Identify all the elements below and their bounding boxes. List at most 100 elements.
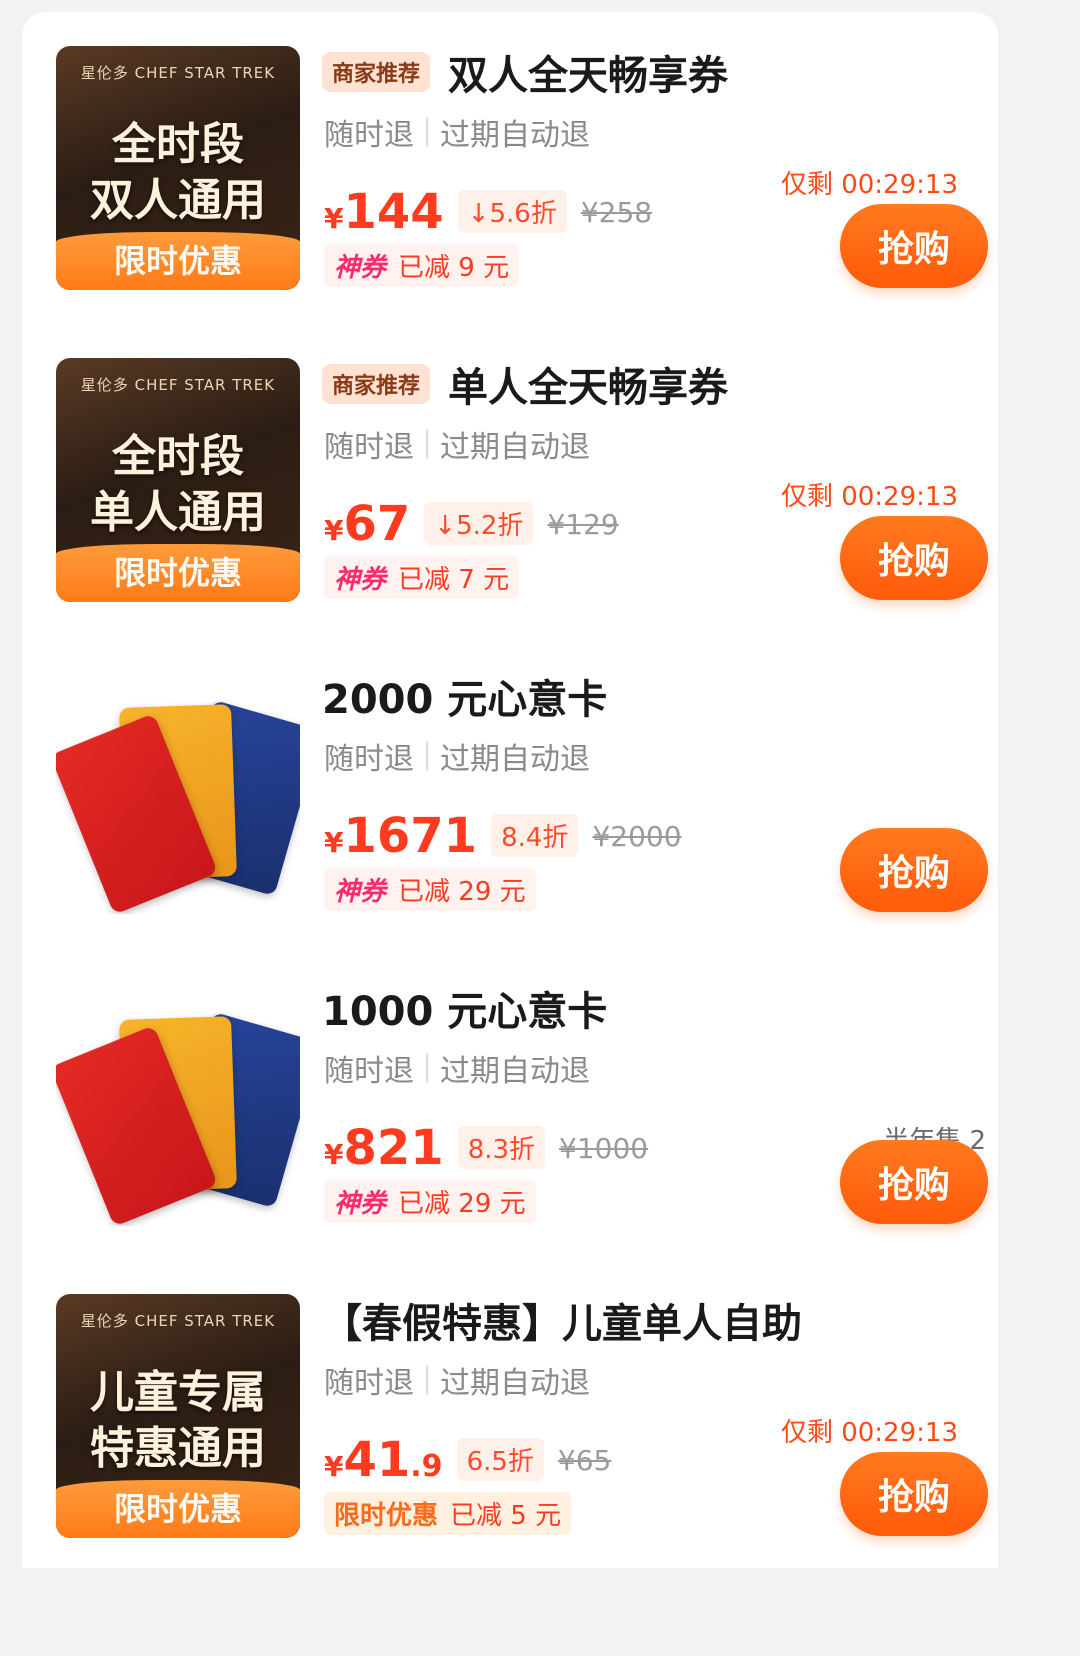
refund-expired-label: 过期自动退 (440, 1366, 590, 1401)
product-thumbnail[interactable]: 星伦多 CHEF STAR TREK 全时段 单人通用 限时优惠 (56, 358, 300, 602)
buy-button[interactable]: 抢购 (840, 204, 988, 288)
coupon-badge: 神券 已减 29 元 (324, 868, 536, 911)
buy-button[interactable]: 抢购 (840, 1140, 988, 1224)
sale-price: ¥1671 (324, 808, 477, 864)
list-item[interactable]: 星伦多 CHEF STAR TREK 儿童专属 特惠通用 限时优惠 【春假特惠】… (56, 1291, 988, 1544)
coupon-kind: 神券 (334, 253, 387, 283)
list-item[interactable]: 2000 元心意卡 随时退 过期自动退 ¥1671 8.4折 ¥2000 神券 … (56, 667, 988, 920)
list-item[interactable]: 星伦多 CHEF STAR TREK 全时段 单人通用 限时优惠 商家推荐 单人… (56, 355, 988, 608)
buy-button[interactable]: 抢购 (840, 828, 988, 912)
coupon-amount: 已减 7 元 (398, 565, 510, 595)
currency-symbol: ¥ (324, 1138, 344, 1171)
coupon-badge: 限时优惠 已减 5 元 (324, 1492, 572, 1535)
product-title[interactable]: 【春假特惠】儿童单人自助 (322, 1291, 802, 1349)
thumb-line1: 全时段 (112, 431, 244, 482)
product-thumbnail[interactable] (56, 670, 300, 914)
thumb-band: 限时优惠 (56, 544, 300, 602)
countdown-timer: 仅剩 00:29:13 (780, 170, 958, 200)
product-title[interactable]: 2000 元心意卡 (322, 667, 607, 725)
discount-badge: 8.3折 (457, 1126, 546, 1169)
sale-price: ¥821 (324, 1120, 444, 1176)
price-decimal: .9 (410, 1449, 443, 1484)
coupon-amount: 已减 29 元 (398, 877, 526, 907)
title-row: 商家推荐 单人全天畅享券 (322, 355, 728, 413)
price-value: 144 (343, 184, 444, 240)
discount-badge: 6.5折 (456, 1438, 544, 1481)
refund-expired-label: 过期自动退 (440, 1054, 590, 1089)
original-price: ¥1000 (559, 1132, 649, 1165)
refund-expired-label: 过期自动退 (440, 742, 590, 777)
currency-symbol: ¥ (324, 1450, 344, 1483)
price-value: 67 (343, 496, 411, 552)
coupon-amount: 已减 29 元 (398, 1189, 526, 1219)
refund-policy: 随时退 过期自动退 (324, 110, 590, 154)
down-arrow-icon: ↓ (434, 511, 457, 541)
divider (426, 117, 428, 147)
original-price: ¥65 (557, 1444, 612, 1477)
thumb-line1: 儿童专属 (90, 1367, 266, 1418)
coupon-kind: 神券 (334, 565, 387, 595)
divider (426, 429, 428, 459)
thumb-line2: 单人通用 (90, 487, 266, 538)
coupon-badge: 神券 已减 7 元 (324, 556, 520, 599)
discount-badge: 8.4折 (491, 814, 579, 857)
thumb-line2: 双人通用 (90, 175, 266, 226)
original-price: ¥2000 (592, 820, 682, 853)
currency-symbol: ¥ (324, 202, 344, 235)
list-item[interactable]: 星伦多 CHEF STAR TREK 全时段 双人通用 限时优惠 商家推荐 双人… (56, 43, 988, 296)
product-thumbnail[interactable]: 星伦多 CHEF STAR TREK 全时段 双人通用 限时优惠 (56, 46, 300, 290)
coupon-amount: 已减 5 元 (450, 1501, 562, 1531)
refund-any-label: 随时退 (324, 118, 414, 153)
product-title[interactable]: 双人全天畅享券 (448, 43, 728, 101)
product-thumbnail[interactable] (56, 982, 300, 1226)
price-row: ¥67 ↓5.2折 ¥129 (324, 496, 619, 552)
buy-button[interactable]: 抢购 (840, 1452, 988, 1536)
original-price: ¥129 (547, 508, 619, 541)
list-item[interactable]: 1000 元心意卡 随时退 过期自动退 半年售 2 ¥821 8.3折 ¥100… (56, 979, 988, 1232)
divider (426, 741, 428, 771)
coupon-badge: 神券 已减 29 元 (324, 1180, 536, 1223)
currency-symbol: ¥ (324, 826, 344, 859)
price-row: ¥1671 8.4折 ¥2000 (324, 808, 682, 864)
recommend-tag: 商家推荐 (322, 364, 431, 404)
coupon-amount: 已减 9 元 (398, 253, 510, 283)
countdown-timer: 仅剩 00:29:13 (780, 482, 958, 512)
divider (426, 1365, 428, 1395)
price-value: 41 (343, 1432, 411, 1488)
title-row: 商家推荐 双人全天畅享券 (322, 43, 728, 101)
coupon-kind: 神券 (334, 877, 387, 907)
discount-value: 5.2折 (456, 511, 524, 541)
divider (426, 1053, 428, 1083)
refund-expired-label: 过期自动退 (440, 430, 590, 465)
sale-price: ¥67 (324, 496, 410, 552)
thumb-line2: 特惠通用 (90, 1423, 266, 1474)
sale-price: ¥144 (324, 184, 444, 240)
price-row: ¥144 ↓5.6折 ¥258 (324, 184, 652, 240)
product-title[interactable]: 1000 元心意卡 (322, 979, 607, 1037)
thumb-band: 限时优惠 (56, 1480, 300, 1538)
product-title[interactable]: 单人全天畅享券 (448, 355, 728, 413)
currency-symbol: ¥ (324, 514, 344, 547)
down-arrow-icon: ↓ (467, 199, 490, 229)
countdown-timer: 仅剩 00:29:13 (780, 1418, 958, 1448)
refund-any-label: 随时退 (324, 742, 414, 777)
discount-badge: ↓5.6折 (457, 190, 567, 233)
refund-any-label: 随时退 (324, 1366, 414, 1401)
product-list-panel: 星伦多 CHEF STAR TREK 全时段 双人通用 限时优惠 商家推荐 双人… (22, 12, 998, 1568)
title-row: 1000 元心意卡 (322, 979, 607, 1037)
refund-policy: 随时退 过期自动退 (324, 734, 590, 778)
buy-button[interactable]: 抢购 (840, 516, 988, 600)
price-row: ¥821 8.3折 ¥1000 (324, 1120, 648, 1176)
brand-logo-text: 星伦多 CHEF STAR TREK (80, 64, 276, 82)
discount-value: 5.6折 (489, 199, 557, 229)
coupon-kind: 神券 (334, 1189, 387, 1219)
refund-expired-label: 过期自动退 (440, 118, 590, 153)
price-row: ¥41.9 6.5折 ¥65 (324, 1432, 611, 1488)
coupon-kind: 限时优惠 (334, 1501, 439, 1531)
thumb-line1: 全时段 (112, 119, 244, 170)
refund-policy: 随时退 过期自动退 (324, 1046, 590, 1090)
title-row: 2000 元心意卡 (322, 667, 607, 725)
discount-badge: ↓5.2折 (424, 502, 534, 545)
coupon-badge: 神券 已减 9 元 (324, 244, 520, 287)
product-thumbnail[interactable]: 星伦多 CHEF STAR TREK 儿童专属 特惠通用 限时优惠 (56, 1294, 300, 1538)
